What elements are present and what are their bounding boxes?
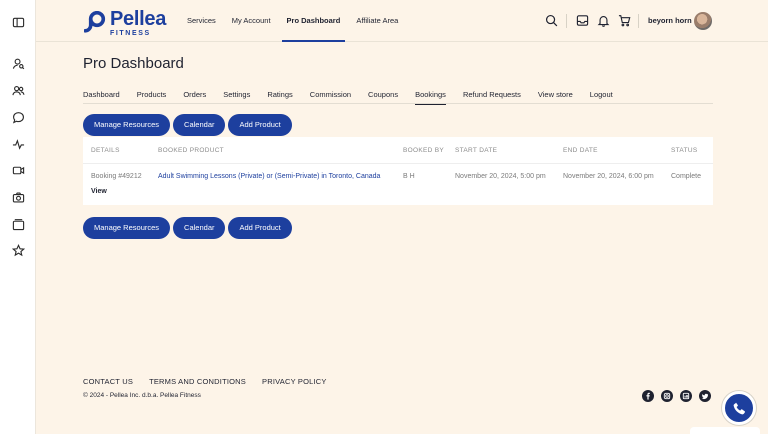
twitter-icon[interactable] <box>699 390 711 402</box>
phone-icon <box>733 402 745 414</box>
linkedin-icon[interactable] <box>680 390 692 402</box>
booking-actions-bottom: Manage Resources Calendar Add Product <box>83 217 295 239</box>
header-divider <box>638 14 639 28</box>
footer-privacy[interactable]: PRIVACY POLICY <box>262 377 327 386</box>
start-date: November 20, 2024, 5:00 pm <box>455 173 546 180</box>
tab-orders[interactable]: Orders <box>183 89 206 104</box>
booked-by: B H <box>403 173 415 180</box>
media-icon[interactable] <box>11 217 25 231</box>
footer-contact-us[interactable]: CONTACT US <box>83 377 133 386</box>
booked-product-link[interactable]: Adult Swimming Lessons (Private) or (Sem… <box>158 173 380 180</box>
add-product-button[interactable]: Add Product <box>228 217 292 239</box>
user-search-icon[interactable] <box>11 56 25 70</box>
tab-logout[interactable]: Logout <box>590 89 613 104</box>
column-header-status: STATUS <box>671 147 698 154</box>
avatar[interactable] <box>694 12 712 30</box>
call-button[interactable] <box>722 391 756 425</box>
table-divider <box>83 163 713 164</box>
add-product-button[interactable]: Add Product <box>228 114 292 136</box>
copyright: © 2024 - Pellea Inc. d.b.a. Pellea Fitne… <box>83 392 201 399</box>
page-title: Pro Dashboard <box>83 55 184 72</box>
chat-icon[interactable] <box>11 110 25 124</box>
bell-icon[interactable] <box>597 14 610 27</box>
booking-id: Booking #49212 <box>91 173 142 180</box>
column-header-start-date: START DATE <box>455 147 498 154</box>
bookings-table: DETAILS BOOKED PRODUCT BOOKED BY START D… <box>83 137 713 205</box>
manage-resources-button[interactable]: Manage Resources <box>83 114 171 136</box>
site-header: Pellea FITNESS Services My Account Pro D… <box>36 0 768 42</box>
instagram-icon[interactable] <box>661 390 673 402</box>
tab-coupons[interactable]: Coupons <box>368 89 398 104</box>
header-actions: beyorn horn <box>36 0 768 42</box>
search-icon[interactable] <box>545 14 558 27</box>
booking-actions-top: Manage Resources Calendar Add Product <box>83 114 295 136</box>
footer-terms[interactable]: TERMS AND CONDITIONS <box>149 377 246 386</box>
users-icon[interactable] <box>11 83 25 97</box>
tab-settings[interactable]: Settings <box>223 89 250 104</box>
view-booking-link[interactable]: View <box>91 188 107 195</box>
tab-bookings[interactable]: Bookings <box>415 89 446 105</box>
camera-icon[interactable] <box>11 190 25 204</box>
header-divider <box>566 14 567 28</box>
column-header-end-date: END DATE <box>563 147 598 154</box>
booking-status: Complete <box>671 173 701 180</box>
facebook-icon[interactable] <box>642 390 654 402</box>
username[interactable]: beyorn horn <box>648 0 692 42</box>
column-header-booked-product: BOOKED PRODUCT <box>158 147 224 154</box>
end-date: November 20, 2024, 6:00 pm <box>563 173 654 180</box>
tab-refund-requests[interactable]: Refund Requests <box>463 89 521 104</box>
inbox-icon[interactable] <box>576 14 589 27</box>
sidebar-toggle-icon[interactable] <box>11 15 25 29</box>
video-icon[interactable] <box>11 163 25 177</box>
cart-icon[interactable] <box>618 14 631 27</box>
tab-commission[interactable]: Commission <box>310 89 351 104</box>
tab-dashboard[interactable]: Dashboard <box>83 89 120 104</box>
manage-resources-button[interactable]: Manage Resources <box>83 217 171 239</box>
calendar-button[interactable]: Calendar <box>173 217 226 239</box>
activity-icon[interactable] <box>11 137 25 151</box>
tab-ratings[interactable]: Ratings <box>267 89 292 104</box>
tab-products[interactable]: Products <box>137 89 167 104</box>
footer-links: CONTACT US TERMS AND CONDITIONS PRIVACY … <box>83 377 343 386</box>
column-header-details: DETAILS <box>91 147 120 154</box>
left-rail <box>0 0 36 434</box>
column-header-booked-by: BOOKED BY <box>403 147 444 154</box>
chat-widget-tab[interactable] <box>690 427 760 434</box>
dashboard-tabs: Dashboard Products Orders Settings Ratin… <box>83 89 713 105</box>
star-icon[interactable] <box>11 243 25 257</box>
tab-view-store[interactable]: View store <box>538 89 573 104</box>
calendar-button[interactable]: Calendar <box>173 114 226 136</box>
